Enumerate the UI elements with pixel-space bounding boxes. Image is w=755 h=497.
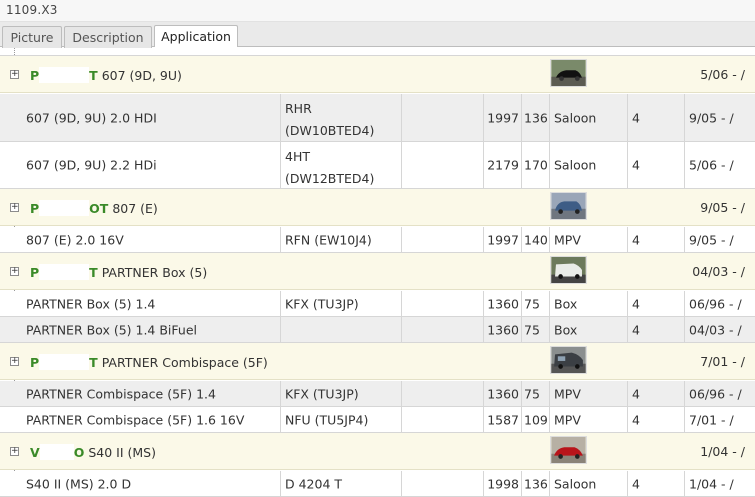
vehicle-name: 807 (E) 2.0 16V (26, 232, 124, 247)
plus-box-icon[interactable]: + (10, 447, 19, 456)
vehicle-name: 607 (9D, 9U) 2.2 HDi (26, 157, 157, 173)
doors-value: 4 (632, 412, 640, 427)
group-date: 9/05 - / (700, 200, 745, 215)
body-type: Box (554, 322, 578, 337)
from-date: 06/96 - / (689, 386, 742, 401)
group-header[interactable]: + PT 607 (9D, 9U) 5/06 - / (0, 56, 755, 93)
car-thumbnail-icon[interactable] (550, 436, 587, 464)
doors-value: 4 (632, 157, 640, 173)
group-title: PT PARTNER Box (5) (30, 264, 208, 280)
tab-picture[interactable]: Picture (2, 26, 62, 48)
application-table: + PT 607 (9D, 9U) 5/06 - / 607 (9D, 9U) … (0, 48, 755, 497)
body-type: MPV (554, 232, 581, 247)
kw-value: 140 (524, 232, 548, 247)
vehicle-name: PARTNER Box (5) 1.4 BiFuel (26, 322, 197, 337)
cc-value: 1587 (487, 412, 519, 427)
car-thumbnail-icon[interactable] (550, 346, 587, 374)
engine-code: 4HT (DW12BTED4) (285, 149, 375, 186)
vehicle-name: PARTNER Combispace (5F) 1.4 (26, 386, 216, 401)
car-thumbnail-icon[interactable] (550, 256, 587, 284)
kw-value: 136 (524, 110, 548, 125)
from-date: 9/05 - / (689, 110, 734, 125)
tab-application[interactable]: Application (154, 25, 238, 47)
plus-box-icon[interactable]: + (10, 267, 19, 276)
body-type: MPV (554, 412, 581, 427)
group-header[interactable]: + P OT 807 (E) 9/05 - / (0, 189, 755, 226)
body-type: Saloon (554, 157, 597, 173)
window-titlebar: 1109.X3 (0, 0, 755, 22)
table-row[interactable]: PARTNER Box (5) 1.4 BiFuel 1360 75 Box 4… (0, 317, 755, 343)
doors-value: 4 (632, 296, 640, 311)
engine-code: RHR (DW10BTED4) (285, 101, 375, 138)
from-date: 06/96 - / (689, 296, 742, 311)
kw-value: 75 (524, 322, 540, 337)
cc-value: 1997 (487, 110, 519, 125)
tab-strip: Picture Description Application (0, 22, 755, 48)
table-row[interactable]: 807 (E) 2.0 16V RFN (EW10J4) 1997 140 MP… (0, 227, 755, 253)
group-title: PT PARTNER Combispace (5F) (30, 354, 268, 370)
cc-value: 1997 (487, 232, 519, 247)
vehicle-name: PARTNER Box (5) 1.4 (26, 296, 156, 311)
body-type: Saloon (554, 476, 597, 491)
engine-code: KFX (TU3JP) (285, 386, 359, 401)
vehicle-name: PARTNER Combispace (5F) 1.6 16V (26, 412, 245, 427)
vehicle-name: 607 (9D, 9U) 2.0 HDI (26, 110, 157, 125)
engine-code: D 4204 T (285, 476, 343, 491)
group-date: 5/06 - / (700, 67, 745, 82)
body-type: MPV (554, 386, 581, 401)
doors-value: 4 (632, 386, 640, 401)
from-date: 04/03 - / (689, 322, 742, 337)
plus-box-icon[interactable]: + (10, 70, 19, 79)
car-thumbnail-icon[interactable] (550, 192, 587, 220)
from-date: 1/04 - / (689, 476, 734, 491)
kw-value: 109 (524, 412, 548, 427)
group-header[interactable]: + PT PARTNER Box (5) 04/03 - / (0, 253, 755, 290)
table-row[interactable]: PARTNER Combispace (5F) 1.4 KFX (TU3JP) … (0, 381, 755, 407)
from-date: 5/06 - / (689, 157, 734, 173)
engine-code: RFN (EW10J4) (285, 232, 372, 247)
doors-value: 4 (632, 476, 640, 491)
body-type: Saloon (554, 110, 597, 125)
body-type: Box (554, 296, 578, 311)
table-top-strip (0, 48, 755, 56)
group-date: 7/01 - / (700, 354, 745, 369)
tab-description[interactable]: Description (64, 26, 152, 48)
group-title: PT 607 (9D, 9U) (30, 67, 182, 83)
plus-box-icon[interactable]: + (10, 203, 19, 212)
doors-value: 4 (632, 232, 640, 247)
cc-value: 2179 (487, 157, 519, 173)
engine-code: KFX (TU3JP) (285, 296, 359, 311)
cc-value: 1360 (487, 322, 519, 337)
table-row[interactable]: S40 II (MS) 2.0 D D 4204 T 1998 136 Salo… (0, 471, 755, 497)
car-thumbnail-icon[interactable] (550, 59, 587, 87)
kw-value: 136 (524, 476, 548, 491)
from-date: 9/05 - / (689, 232, 734, 247)
kw-value: 75 (524, 296, 540, 311)
table-row[interactable]: PARTNER Box (5) 1.4 KFX (TU3JP) 1360 75 … (0, 291, 755, 317)
group-header[interactable]: + PT PARTNER Combispace (5F) 7/01 - / (0, 343, 755, 380)
plus-box-icon[interactable]: + (10, 357, 19, 366)
group-header[interactable]: + VO S40 II (MS) 1/04 - / (0, 433, 755, 470)
group-title: P OT 807 (E) (30, 200, 158, 216)
vehicle-name: S40 II (MS) 2.0 D (26, 476, 132, 491)
group-date: 04/03 - / (692, 264, 745, 279)
kw-value: 75 (524, 386, 540, 401)
kw-value: 170 (524, 157, 548, 173)
table-row[interactable]: 607 (9D, 9U) 2.2 HDi 4HT (DW12BTED4) 2179… (0, 142, 755, 189)
doors-value: 4 (632, 110, 640, 125)
table-row[interactable]: 607 (9D, 9U) 2.0 HDI RHR (DW10BTED4) 1997… (0, 94, 755, 142)
table-row[interactable]: PARTNER Combispace (5F) 1.6 16V NFU (TU5… (0, 407, 755, 433)
engine-code: NFU (TU5JP4) (285, 412, 369, 427)
doors-value: 4 (632, 322, 640, 337)
from-date: 7/01 - / (689, 412, 734, 427)
group-date: 1/04 - / (700, 444, 745, 459)
cc-value: 1360 (487, 296, 519, 311)
group-title: VO S40 II (MS) (30, 444, 156, 460)
cc-value: 1360 (487, 386, 519, 401)
window-title: 1109.X3 (6, 3, 58, 17)
cc-value: 1998 (487, 476, 519, 491)
